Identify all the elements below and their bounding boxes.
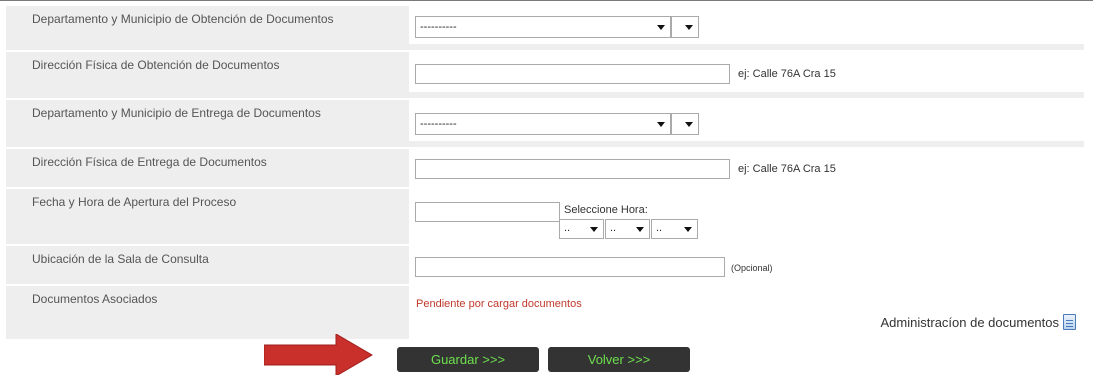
document-icon — [1063, 314, 1076, 330]
optional-hint: (Opcional) — [731, 263, 773, 273]
ampm-select[interactable]: .. — [651, 219, 698, 239]
row-fecha-apertura: Fecha y Hora de Apertura del Proceso Sel… — [6, 189, 1084, 246]
row-documentos: Documentos Asociados Pendiente por carga… — [6, 286, 1084, 339]
address-hint-obtencion: ej: Calle 76A Cra 15 — [738, 68, 836, 80]
chevron-down-icon — [684, 227, 692, 232]
label-sala-consulta: Ubicación de la Sala de Consulta — [6, 246, 409, 284]
value-dept-obtencion: ---------- — [409, 6, 1084, 50]
row-dept-obtencion: Departamento y Municipio de Obtención de… — [6, 6, 1084, 52]
department-select-value: ---------- — [420, 21, 457, 33]
value-dir-obtencion: ej: Calle 76A Cra 15 — [409, 52, 1084, 98]
label-dept-entrega: Departamento y Municipio de Entrega de D… — [6, 100, 409, 147]
save-button[interactable]: Guardar >>> — [397, 347, 539, 372]
row-dir-entrega: Dirección Física de Entrega de Documento… — [6, 149, 1084, 189]
chevron-down-icon — [685, 122, 693, 127]
document-admin-label: Administracíon de documentos — [880, 314, 1059, 330]
value-sala-consulta: (Opcional) — [409, 246, 1084, 284]
chevron-down-icon — [636, 227, 644, 232]
document-admin-link[interactable]: Administracíon de documentos — [881, 314, 1076, 330]
minute-select-value: .. — [610, 222, 617, 234]
value-documentos: Pendiente por cargar documentos Administ… — [409, 286, 1084, 339]
pending-documents-status: Pendiente por cargar documentos — [416, 298, 582, 310]
red-arrow-icon — [264, 334, 373, 375]
row-dept-entrega: Departamento y Municipio de Entrega de D… — [6, 100, 1084, 149]
address-input-obtencion[interactable] — [415, 64, 730, 84]
top-divider — [0, 0, 1093, 1]
hour-label: Seleccione Hora: — [564, 204, 648, 216]
value-fecha-apertura: Seleccione Hora: .. .. .. — [409, 189, 1084, 244]
hour-select-value: .. — [564, 222, 571, 234]
process-form: Departamento y Municipio de Obtención de… — [6, 6, 1084, 339]
chevron-down-icon — [590, 227, 598, 232]
row-sala-consulta: Ubicación de la Sala de Consulta (Opcion… — [6, 246, 1084, 286]
hour-select[interactable]: .. — [559, 219, 604, 239]
address-hint-entrega: ej: Calle 76A Cra 15 — [738, 163, 836, 175]
value-dir-entrega: ej: Calle 76A Cra 15 — [409, 149, 1084, 187]
label-dir-entrega: Dirección Física de Entrega de Documento… — [6, 149, 409, 187]
department-select-entrega[interactable]: ---------- — [415, 113, 671, 135]
back-button[interactable]: Volver >>> — [548, 347, 690, 372]
consultation-room-input[interactable] — [415, 257, 725, 277]
department-select-value: ---------- — [420, 118, 457, 130]
chevron-down-icon — [657, 25, 665, 30]
date-input[interactable] — [415, 202, 560, 222]
value-dept-entrega: ---------- — [409, 100, 1084, 147]
ampm-select-value: .. — [656, 222, 663, 234]
municipality-select-obtencion[interactable] — [671, 16, 699, 38]
minute-select[interactable]: .. — [605, 219, 650, 239]
label-dept-obtencion: Departamento y Municipio de Obtención de… — [6, 6, 409, 50]
municipality-select-entrega[interactable] — [671, 113, 699, 135]
department-select-obtencion[interactable]: ---------- — [415, 16, 671, 38]
label-fecha-apertura: Fecha y Hora de Apertura del Proceso — [6, 189, 409, 244]
label-dir-obtencion: Dirección Física de Obtención de Documen… — [6, 52, 409, 98]
label-documentos: Documentos Asociados — [6, 286, 409, 339]
row-dir-obtencion: Dirección Física de Obtención de Documen… — [6, 52, 1084, 100]
address-input-entrega[interactable] — [415, 159, 730, 179]
chevron-down-icon — [685, 25, 693, 30]
chevron-down-icon — [657, 122, 665, 127]
